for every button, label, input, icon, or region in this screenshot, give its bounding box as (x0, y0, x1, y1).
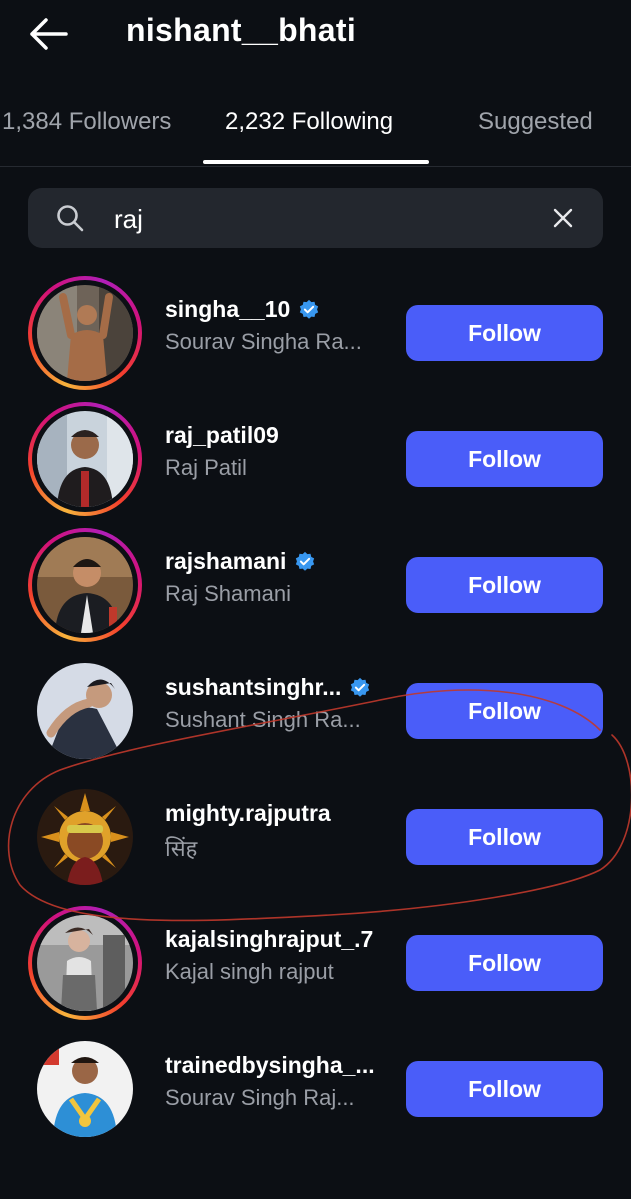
full-name: Sourav Singha Ra... (165, 329, 362, 354)
tab-followers[interactable]: 1,384 Followers (2, 108, 171, 136)
username[interactable]: rajshamani (165, 548, 390, 575)
avatar[interactable] (28, 276, 142, 390)
search-bar (28, 188, 603, 248)
following-list: singha__10 Sourav Singha Ra... Follow ra… (0, 270, 631, 1152)
verified-badge-icon (351, 677, 370, 697)
clear-search-icon[interactable] (552, 207, 574, 229)
list-item[interactable]: trainedbysingha_... Sourav Singh Raj... … (0, 1026, 631, 1152)
avatar[interactable] (28, 402, 142, 516)
search-icon (56, 204, 84, 232)
avatar[interactable] (28, 654, 142, 768)
username[interactable]: raj_patil09 (165, 422, 390, 449)
verified-badge-icon (296, 551, 315, 571)
avatar-image (37, 411, 133, 507)
full-name: Kajal singh rajput (165, 959, 334, 984)
list-item[interactable]: singha__10 Sourav Singha Ra... Follow (0, 270, 631, 396)
profile-username-title: nishant__bhati (126, 12, 357, 48)
avatar-image (37, 915, 133, 1011)
avatar-image (37, 285, 133, 381)
tab-suggested[interactable]: Suggested (478, 108, 593, 136)
verified-badge-icon (300, 299, 319, 319)
avatar[interactable] (28, 906, 142, 1020)
search-input[interactable] (112, 198, 536, 240)
username[interactable]: sushantsinghr... (165, 674, 390, 701)
list-item[interactable]: rajshamani Raj Shamani Follow (0, 522, 631, 648)
username[interactable]: kajalsinghrajput_.7 (165, 926, 390, 953)
full-name: Sushant Singh Ra... (165, 707, 361, 732)
tab-following[interactable]: 2,232 Following (225, 108, 393, 136)
list-item[interactable]: sushantsinghr... Sushant Singh Ra... Fol… (0, 648, 631, 774)
follow-button[interactable]: Follow (406, 557, 603, 613)
list-item[interactable]: kajalsinghrajput_.7 Kajal singh rajput F… (0, 900, 631, 1026)
avatar[interactable] (28, 780, 142, 894)
follow-tabs: 1,384 Followers 2,232 Following Suggeste… (0, 92, 631, 167)
username[interactable]: singha__10 (165, 296, 390, 323)
avatar-image (37, 1041, 133, 1137)
list-item[interactable]: mighty.rajputra सिंह Follow (0, 774, 631, 900)
follow-button[interactable]: Follow (406, 431, 603, 487)
active-tab-indicator (203, 160, 429, 164)
full-name: सिंह (165, 836, 198, 861)
top-bar: nishant__bhati (0, 0, 631, 70)
avatar-image (37, 789, 133, 885)
avatar[interactable] (28, 1032, 142, 1146)
username[interactable]: mighty.rajputra (165, 800, 390, 827)
list-item[interactable]: raj_patil09 Raj Patil Follow (0, 396, 631, 522)
full-name: Raj Patil (165, 455, 247, 480)
avatar-image (37, 537, 133, 633)
back-arrow-icon[interactable] (26, 14, 70, 54)
full-name: Raj Shamani (165, 581, 291, 606)
full-name: Sourav Singh Raj... (165, 1085, 355, 1110)
avatar-image (37, 663, 133, 759)
avatar[interactable] (28, 528, 142, 642)
follow-button[interactable]: Follow (406, 935, 603, 991)
follow-button[interactable]: Follow (406, 683, 603, 739)
follow-button[interactable]: Follow (406, 809, 603, 865)
username[interactable]: trainedbysingha_... (165, 1052, 390, 1079)
follow-button[interactable]: Follow (406, 1061, 603, 1117)
follow-button[interactable]: Follow (406, 305, 603, 361)
